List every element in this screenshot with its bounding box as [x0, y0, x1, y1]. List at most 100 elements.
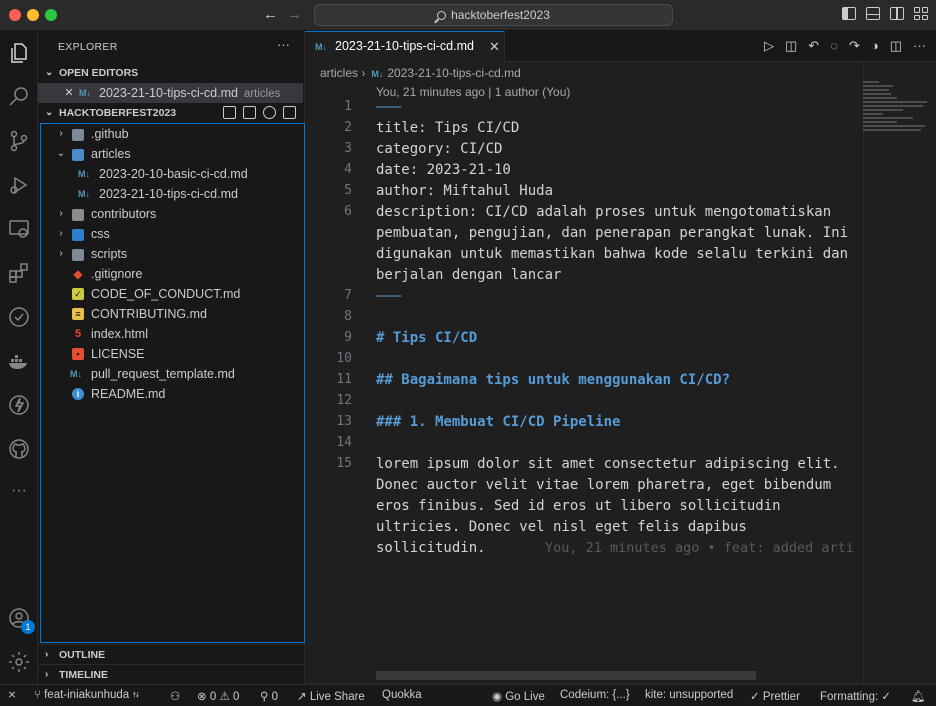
code-line: category: CI/CD [376, 141, 503, 157]
minimap[interactable] [863, 81, 931, 141]
tree-item-contributing[interactable]: ≡ CONTRIBUTING.md [41, 304, 306, 324]
quokka-status[interactable]: Quokka [382, 689, 422, 701]
tree-item-contributors[interactable]: › contributors [41, 204, 306, 224]
close-icon[interactable]: ✕ [489, 39, 500, 55]
new-folder-icon[interactable] [243, 106, 256, 119]
run-icon[interactable]: ▷ [764, 38, 774, 54]
ports-status[interactable]: ⚲ 0 [260, 689, 278, 703]
go-live-label: Go Live [505, 691, 545, 703]
collapse-all-icon[interactable] [283, 106, 296, 119]
tab-tips-ci-cd[interactable]: M↓ 2023-21-10-tips-ci-cd.md ✕ [305, 31, 505, 62]
source-control-icon[interactable] [7, 129, 31, 153]
toggle-primary-sidebar-icon[interactable] [842, 7, 856, 20]
tree-item-license[interactable]: ▪ LICENSE [41, 344, 306, 364]
more-views-icon[interactable]: ··· [7, 481, 31, 505]
markdown-icon: M↓ [78, 169, 90, 179]
breadcrumb-folder[interactable]: articles [320, 66, 358, 80]
open-editor-item[interactable]: ✕ M↓ 2023-21-10-tips-ci-cd.md articles [38, 83, 303, 103]
open-editors-header[interactable]: ⌄ OPEN EDITORS [38, 63, 304, 83]
tree-item-articles[interactable]: ⌄ articles [41, 144, 306, 164]
markdown-icon: M↓ [70, 369, 82, 379]
extensions-icon[interactable] [7, 261, 31, 285]
code-line-wrap: pembuatan, pengujian, dan penerapan pera… [376, 225, 849, 241]
maximize-window-button[interactable] [45, 9, 57, 21]
notifications-bell-icon[interactable]: 🔔︎ [911, 689, 926, 703]
docker-icon[interactable] [7, 349, 31, 373]
testing-icon[interactable] [7, 305, 31, 329]
errors-count: ⊗ 0 [197, 691, 217, 703]
tree-item-code-of-conduct[interactable]: ✓ CODE_OF_CONDUCT.md [41, 284, 306, 304]
explorer-title: EXPLORER [58, 41, 118, 53]
customize-layout-icon[interactable] [914, 7, 928, 20]
kite-status[interactable]: kite: unsupported [645, 689, 733, 701]
code-line-wrap: eros finibus. Sed id eros ut libero soll… [376, 498, 781, 514]
codeium-status[interactable]: Codeium: {...} [560, 689, 630, 701]
tree-item-github[interactable]: › .github [41, 124, 306, 144]
prettier-status[interactable]: ✓ Prettier [750, 689, 800, 703]
codelens-blame[interactable]: You, 21 minutes ago | 1 author (You) [376, 85, 570, 99]
forward-arrow-icon[interactable]: → [287, 6, 302, 23]
tree-item-basic-ci-cd[interactable]: M↓ 2023-20-10-basic-ci-cd.md [41, 164, 306, 184]
command-center-search[interactable]: hacktoberfest2023 [314, 4, 673, 26]
tree-item-label: .gitignore [91, 267, 143, 281]
new-file-icon[interactable] [223, 106, 236, 119]
code-line-heading: ## Bagaimana tips untuk menggunakan CI/C… [376, 372, 731, 388]
activity-bar: ··· 1 [0, 31, 38, 684]
remote-explorer-icon[interactable] [7, 217, 31, 241]
git-revision-icon[interactable]: ◌ [830, 38, 838, 54]
minimize-window-button[interactable] [27, 9, 39, 21]
back-arrow-icon[interactable]: ← [263, 6, 278, 23]
toggle-secondary-sidebar-icon[interactable] [890, 7, 904, 20]
timeline-section[interactable]: › TIMELINE [38, 664, 304, 684]
github-icon[interactable] [7, 437, 31, 461]
outline-section[interactable]: › OUTLINE [38, 644, 304, 664]
tree-item-gitignore[interactable]: ◆ .gitignore [41, 264, 306, 284]
accounts-icon[interactable]: 1 [7, 606, 35, 634]
breadcrumb[interactable]: articles › M↓ 2023-21-10-tips-ci-cd.md [320, 66, 521, 80]
branch-status[interactable]: ⑂ feat-iniakunhuda ⇅ [34, 689, 139, 701]
tree-item-readme[interactable]: i README.md [41, 384, 306, 404]
tree-item-label: pull_request_template.md [91, 367, 235, 381]
problems-status[interactable]: ⊗ 0 ⚠ 0 [197, 689, 239, 703]
tree-item-scripts[interactable]: › scripts [41, 244, 306, 264]
tree-item-pr-template[interactable]: M↓ pull_request_template.md [41, 364, 306, 384]
run-debug-icon[interactable] [7, 173, 31, 197]
github-folder-icon [72, 129, 84, 141]
tree-item-index-html[interactable]: 5 index.html [41, 324, 306, 344]
close-window-button[interactable] [9, 9, 21, 21]
code-line: ——— [376, 99, 402, 115]
git-previous-change-icon[interactable]: ↶ [808, 38, 819, 54]
horizontal-scrollbar[interactable] [376, 671, 756, 680]
close-icon[interactable]: ✕ [63, 87, 75, 99]
line-number: 2 [344, 120, 352, 135]
refresh-icon[interactable] [263, 106, 276, 119]
git-graph-icon[interactable]: ⚇ [170, 689, 180, 703]
settings-gear-icon[interactable] [7, 650, 31, 674]
split-editor-icon[interactable]: ◫ [890, 38, 902, 54]
html-icon: 5 [74, 328, 82, 340]
line-number: 4 [344, 162, 352, 177]
git-icon: ◆ [73, 267, 83, 281]
tree-item-tips-ci-cd[interactable]: M↓ 2023-21-10-tips-ci-cd.md [41, 184, 306, 204]
explorer-more-actions[interactable]: ··· [277, 37, 290, 52]
thunder-client-icon[interactable] [7, 393, 31, 417]
formatting-status[interactable]: Formatting: ✓ [820, 689, 891, 703]
live-share-status[interactable]: ↗ Live Share [297, 689, 365, 703]
breadcrumb-file[interactable]: 2023-21-10-tips-ci-cd.md [387, 66, 520, 80]
remote-indicator[interactable]: ⨯ [0, 685, 24, 706]
tree-item-css[interactable]: › css [41, 224, 306, 244]
tree-item-label: index.html [91, 327, 148, 341]
line-number: 8 [344, 309, 352, 324]
more-actions-icon[interactable]: ··· [913, 38, 926, 54]
open-preview-icon[interactable]: ◫ [785, 38, 797, 54]
code-line: date: 2023-21-10 [376, 162, 511, 178]
accounts-badge: 1 [21, 620, 35, 634]
timeline-icon[interactable]: ◑ [871, 38, 879, 54]
toggle-panel-icon[interactable] [866, 7, 880, 20]
explorer-files-icon[interactable] [7, 41, 31, 65]
git-next-change-icon[interactable]: ↷ [849, 38, 860, 54]
go-live-status[interactable]: ◉ Go Live [492, 689, 545, 703]
project-header[interactable]: ⌄ HACKTOBERFEST2023 [38, 103, 304, 123]
tree-item-label: scripts [91, 247, 128, 261]
search-icon[interactable] [7, 85, 31, 109]
